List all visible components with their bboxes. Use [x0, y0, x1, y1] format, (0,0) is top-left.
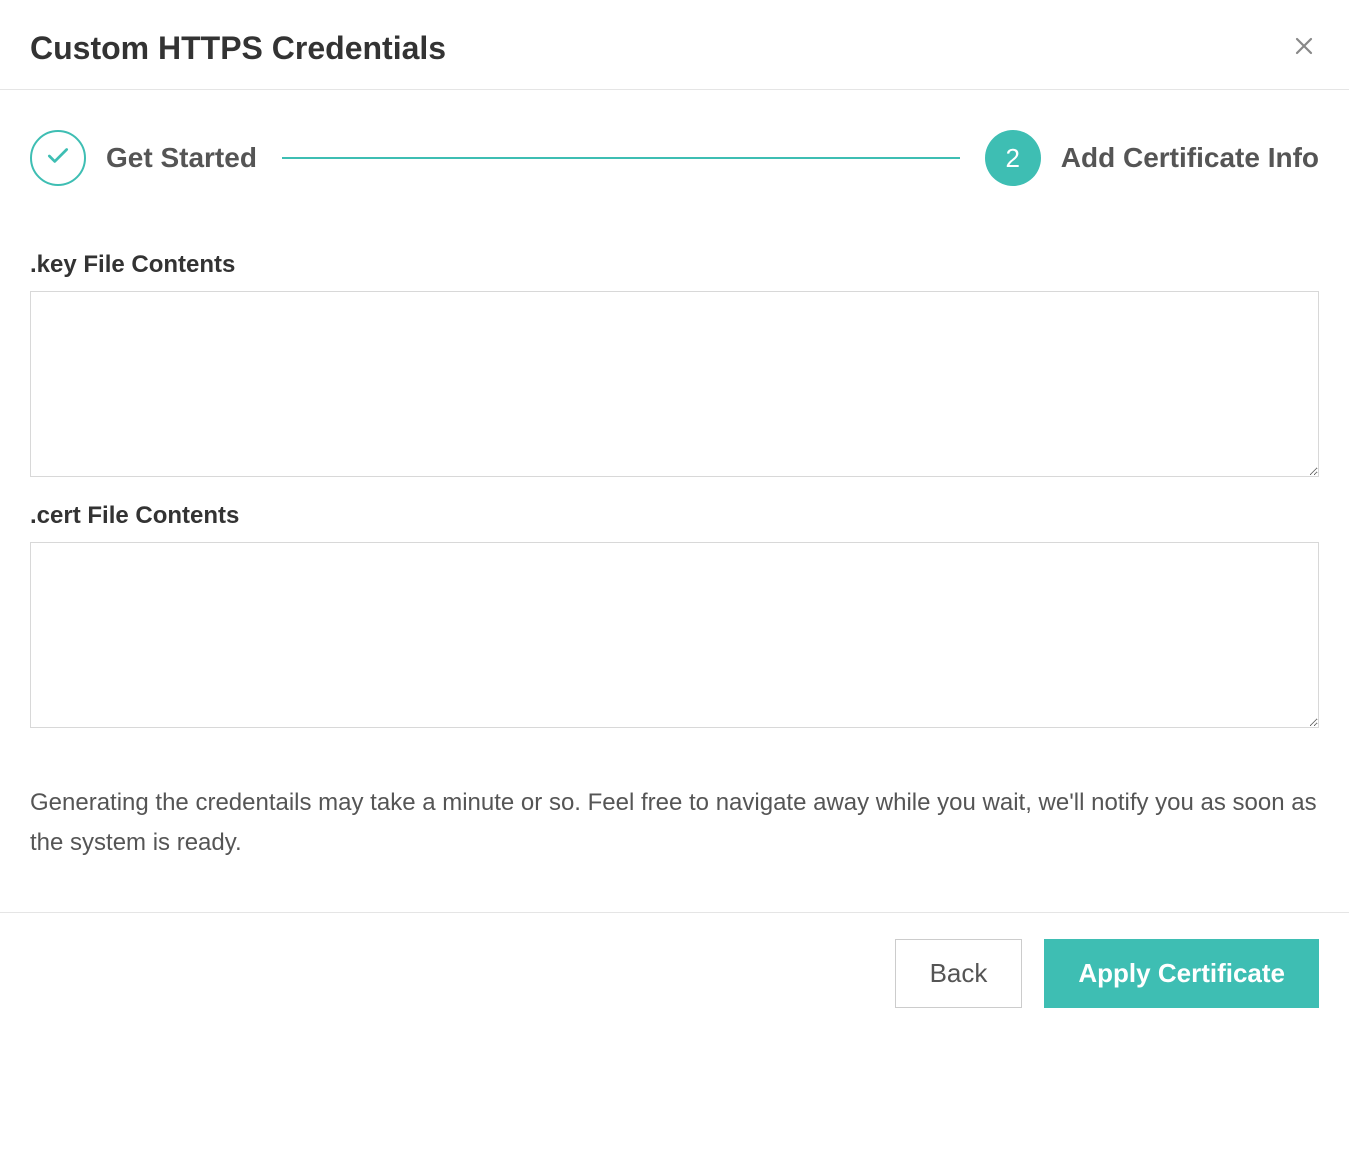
- back-button[interactable]: Back: [895, 939, 1023, 1008]
- cert-file-label: .cert File Contents: [30, 502, 1319, 530]
- step-2-label: Add Certificate Info: [1061, 142, 1319, 174]
- key-file-label: .key File Contents: [30, 251, 1319, 279]
- close-icon: [1292, 34, 1316, 63]
- step-2-circle: 2: [985, 130, 1041, 186]
- modal-header: Custom HTTPS Credentials: [0, 0, 1349, 90]
- stepper: Get Started 2 Add Certificate Info: [30, 130, 1319, 186]
- modal-footer: Back Apply Certificate: [0, 912, 1349, 1038]
- step-connector: [282, 157, 960, 159]
- step-add-certificate-info: 2 Add Certificate Info: [985, 130, 1319, 186]
- modal-title: Custom HTTPS Credentials: [30, 30, 446, 67]
- close-button[interactable]: [1289, 34, 1319, 64]
- info-text: Generating the credentails may take a mi…: [30, 783, 1319, 862]
- key-file-group: .key File Contents: [30, 251, 1319, 482]
- cert-file-textarea[interactable]: [30, 542, 1319, 728]
- checkmark-icon: [45, 143, 71, 174]
- step-2-number: 2: [1006, 143, 1020, 174]
- step-1-circle: [30, 130, 86, 186]
- cert-file-group: .cert File Contents: [30, 502, 1319, 733]
- key-file-textarea[interactable]: [30, 291, 1319, 477]
- step-get-started: Get Started: [30, 130, 257, 186]
- apply-certificate-button[interactable]: Apply Certificate: [1044, 939, 1319, 1008]
- step-1-label: Get Started: [106, 142, 257, 174]
- custom-https-credentials-modal: Custom HTTPS Credentials Ge: [0, 0, 1349, 1038]
- modal-body: Get Started 2 Add Certificate Info .key …: [0, 90, 1349, 912]
